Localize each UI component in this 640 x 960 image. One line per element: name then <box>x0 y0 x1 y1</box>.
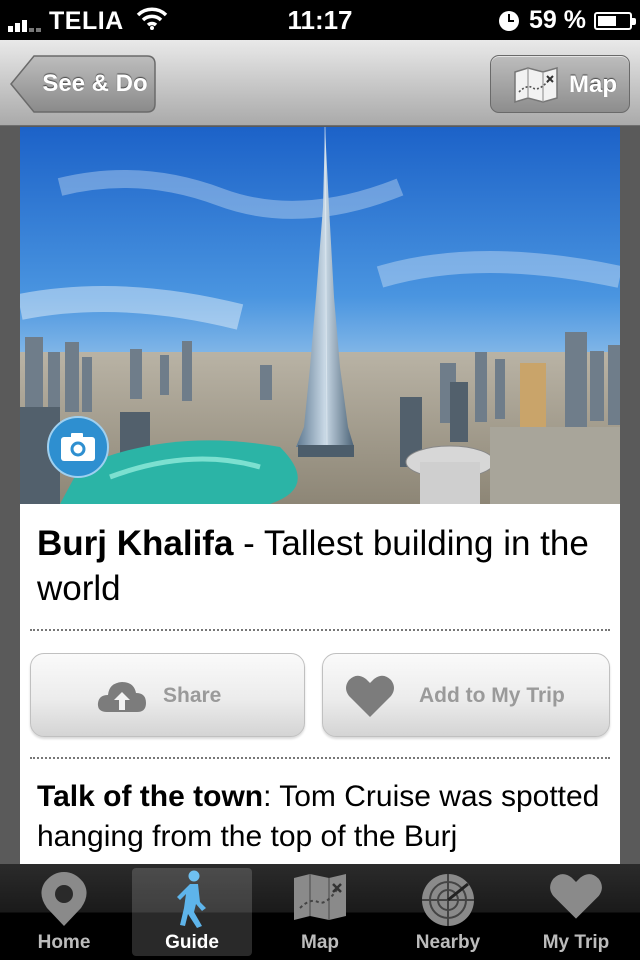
share-button[interactable]: Share <box>30 653 305 737</box>
tab-my-trip[interactable]: My Trip <box>512 864 640 960</box>
attraction-name: Burj Khalifa <box>37 524 234 563</box>
tab-nearby[interactable]: Nearby <box>384 864 512 960</box>
map-button[interactable]: Map <box>490 55 630 113</box>
folded-map-icon <box>514 67 558 104</box>
attraction-title: Burj Khalifa - Tallest building in the w… <box>37 521 607 611</box>
tab-nearby-label: Nearby <box>415 932 481 953</box>
share-label: Share <box>163 684 222 707</box>
heart-icon <box>346 675 394 717</box>
back-button[interactable]: See & Do <box>10 55 156 113</box>
battery-area: 59 % <box>499 6 636 35</box>
tab-my-trip-label: My Trip <box>542 932 610 953</box>
radar-icon <box>422 874 474 926</box>
description-lead: Talk of the town <box>37 780 264 813</box>
map-button-label: Map <box>569 71 617 98</box>
battery-icon <box>594 11 636 30</box>
tab-home[interactable]: Home <box>0 864 128 960</box>
divider <box>30 629 610 631</box>
heart-icon <box>550 874 602 919</box>
map-icon <box>294 874 346 920</box>
tab-guide[interactable]: Guide <box>132 868 252 956</box>
add-to-my-trip-button[interactable]: Add to My Trip <box>322 653 610 737</box>
walking-person-icon <box>177 870 206 928</box>
photo-gallery-button[interactable] <box>47 416 109 478</box>
alarm-clock-icon <box>499 10 520 31</box>
pin-icon <box>41 872 87 926</box>
attraction-description: Talk of the town: Tom Cruise was spotted… <box>37 777 607 857</box>
attraction-photo[interactable] <box>20 127 620 504</box>
navigation-bar: See & Do Map <box>0 40 640 126</box>
tab-map-label: Map <box>301 932 339 953</box>
back-button-label: See & Do <box>42 70 148 97</box>
tab-home-label: Home <box>37 932 91 953</box>
cloud-upload-icon <box>97 682 146 712</box>
status-bar: TELIA 11:17 59 % <box>0 0 640 40</box>
tab-bar: Home Guide Map Nearby My Trip <box>0 864 640 960</box>
tab-guide-label: Guide <box>165 932 219 953</box>
tab-map[interactable]: Map <box>256 864 384 960</box>
attraction-detail: Burj Khalifa - Tallest building in the w… <box>20 127 620 864</box>
camera-icon <box>61 433 95 461</box>
battery-percent: 59 % <box>529 6 586 34</box>
add-to-my-trip-label: Add to My Trip <box>419 684 565 707</box>
divider <box>30 757 610 759</box>
